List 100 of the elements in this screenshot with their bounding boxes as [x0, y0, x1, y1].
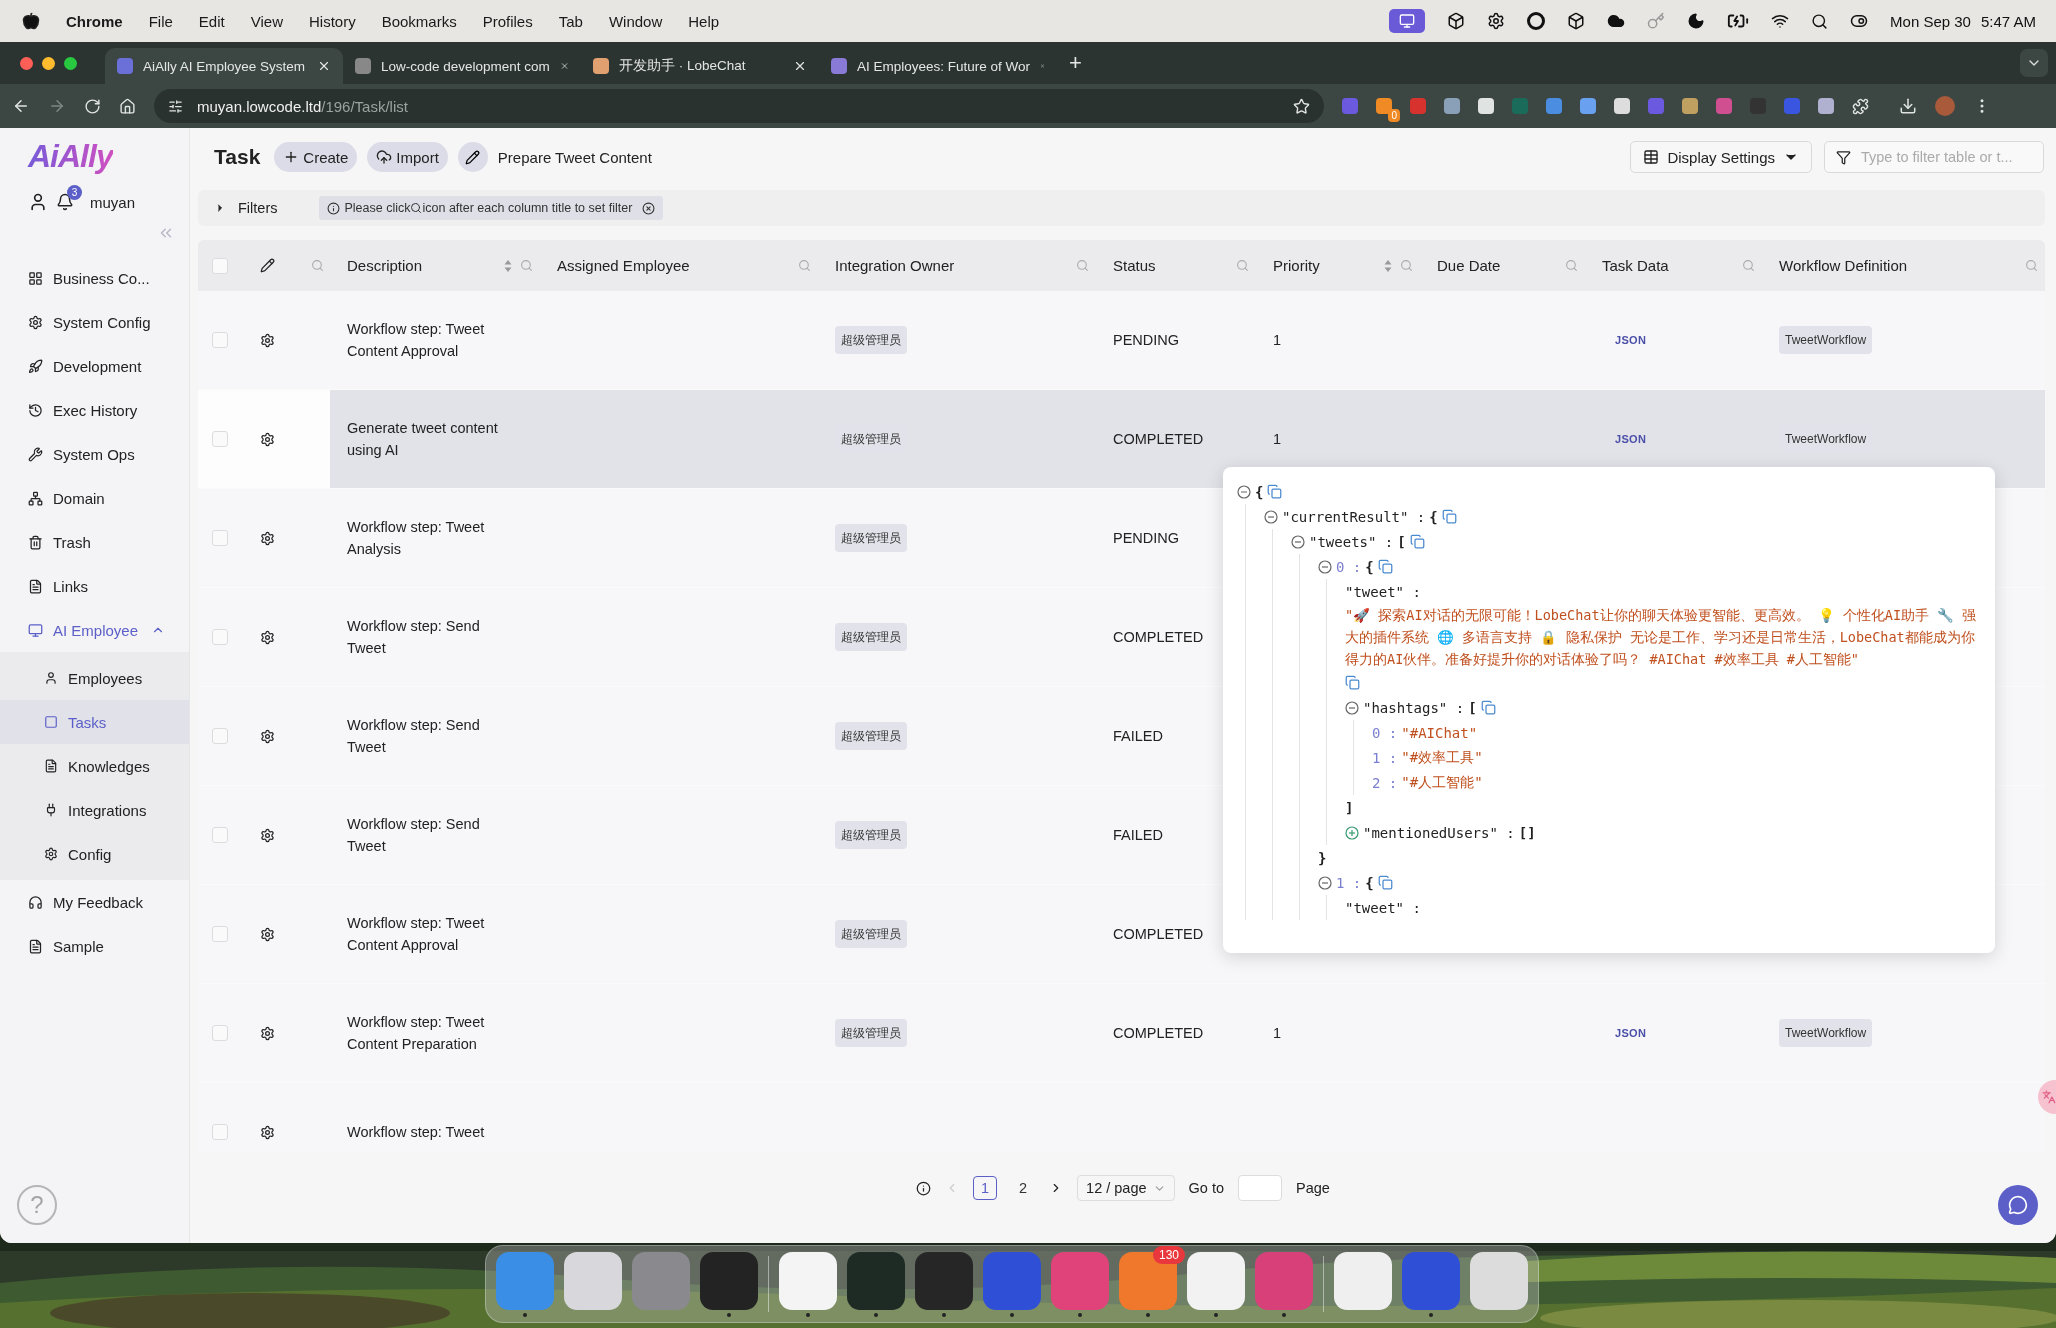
json-link[interactable]: JSON [1615, 329, 1647, 351]
sort-icon[interactable] [504, 258, 512, 273]
row-checkbox[interactable] [212, 1124, 228, 1140]
profile-avatar[interactable] [1935, 96, 1955, 116]
app-icon[interactable] [915, 1251, 973, 1310]
circle-icon[interactable] [1527, 12, 1546, 30]
copy-icon[interactable] [1441, 509, 1457, 524]
gear-icon[interactable] [260, 827, 275, 843]
import-button[interactable]: Import [367, 142, 448, 172]
nav-item[interactable]: Exec History [0, 388, 189, 432]
sort-icon[interactable] [1384, 258, 1392, 273]
nav-item[interactable]: Knowledges [0, 744, 189, 788]
extension-icon[interactable] [1818, 98, 1834, 114]
extensions-icon[interactable] [1852, 97, 1869, 115]
app-icon[interactable] [847, 1251, 905, 1310]
gear-icon[interactable] [260, 1025, 275, 1041]
extension-icon[interactable] [1546, 98, 1562, 114]
menu-item[interactable]: Bookmarks [381, 12, 457, 30]
collapse-icon[interactable] [1237, 484, 1251, 499]
close-icon[interactable] [793, 59, 807, 73]
create-button[interactable]: Create [274, 142, 358, 172]
filter-field[interactable]: Type to filter table or t... [1824, 141, 2044, 173]
back-icon[interactable] [12, 97, 30, 115]
nav-item[interactable]: Links [0, 564, 189, 608]
screen-icon[interactable] [1389, 9, 1426, 33]
menu-item[interactable]: Edit [198, 12, 225, 30]
tab-menu-button[interactable] [2020, 49, 2048, 77]
copy-icon[interactable] [1267, 484, 1283, 499]
filters-toggle[interactable]: Filters [214, 200, 278, 216]
reload-icon[interactable] [84, 97, 101, 115]
collapse-icon[interactable] [1318, 559, 1332, 574]
row-checkbox[interactable] [212, 431, 228, 447]
menu-item[interactable]: Help [688, 12, 720, 30]
close-icon[interactable] [317, 59, 331, 73]
browser-tab[interactable]: 开发助手 · LobeChat [581, 48, 819, 84]
control-center-icon[interactable] [1850, 12, 1869, 30]
row-checkbox[interactable] [212, 827, 228, 843]
address-bar[interactable]: muyan.lowcode.ltd/196/Task/list [154, 89, 1324, 123]
search-icon[interactable] [1811, 12, 1829, 30]
edit-button[interactable] [457, 142, 488, 172]
copy-icon[interactable] [1377, 559, 1393, 574]
nav-item[interactable]: Development [0, 344, 189, 388]
row-checkbox[interactable] [212, 530, 228, 546]
nav-item[interactable]: Business Co... [0, 256, 189, 300]
page-number[interactable]: 2 [1011, 1176, 1036, 1200]
extension-icon[interactable] [1682, 98, 1698, 114]
gear-icon[interactable] [260, 1124, 275, 1140]
gear-icon[interactable] [260, 431, 275, 447]
app-icon[interactable] [1334, 1251, 1392, 1310]
gear-icon[interactable] [1487, 12, 1506, 30]
extension-icon[interactable] [1478, 98, 1494, 114]
extension-icon[interactable] [1444, 98, 1460, 114]
menu-item[interactable]: Chrome [66, 12, 123, 30]
row-checkbox[interactable] [212, 926, 228, 942]
json-link[interactable]: JSON [1615, 1022, 1647, 1044]
menu-item[interactable]: View [250, 12, 283, 30]
home-icon[interactable] [119, 97, 136, 115]
row-checkbox[interactable] [212, 332, 228, 348]
menu-item[interactable]: Profiles [482, 12, 533, 30]
wifi-icon[interactable] [1771, 12, 1790, 30]
nav-item[interactable]: Config [0, 832, 189, 876]
close-icon[interactable] [642, 201, 656, 215]
copy-icon[interactable] [1377, 875, 1393, 890]
bookmark-icon[interactable] [1293, 97, 1310, 115]
gear-icon[interactable] [260, 530, 275, 546]
copy-icon[interactable] [1345, 675, 1360, 690]
row-checkbox[interactable] [212, 629, 228, 645]
extension-icon[interactable] [1614, 98, 1630, 114]
moon-icon[interactable] [1687, 12, 1706, 30]
nav-item[interactable]: System Ops [0, 432, 189, 476]
minimize-button[interactable] [42, 56, 55, 70]
extension-icon[interactable] [1580, 98, 1596, 114]
select-all-checkbox[interactable] [212, 257, 228, 274]
expand-icon[interactable] [1345, 825, 1359, 840]
nav-item[interactable]: Integrations [0, 788, 189, 832]
page-number[interactable]: 1 [973, 1176, 998, 1200]
cloud-icon[interactable] [1607, 12, 1626, 30]
extension-icon[interactable] [1410, 98, 1426, 114]
gear-icon[interactable] [260, 332, 275, 348]
download-icon[interactable] [1899, 97, 1917, 115]
cube-icon[interactable] [1447, 12, 1466, 30]
json-link[interactable]: JSON [1615, 428, 1647, 450]
row-checkbox[interactable] [212, 1025, 228, 1041]
nav-item[interactable]: Domain [0, 476, 189, 520]
extension-icon[interactable] [1376, 98, 1392, 114]
nav-item[interactable]: AI Employee [0, 608, 189, 652]
chat-button[interactable] [1998, 1185, 2038, 1225]
site-settings-icon[interactable] [168, 98, 183, 114]
new-tab-button[interactable]: + [1069, 50, 1082, 76]
maximize-button[interactable] [64, 56, 77, 70]
app-icon[interactable] [564, 1251, 622, 1310]
app-icon[interactable] [1470, 1251, 1528, 1310]
page-input[interactable] [1238, 1175, 1283, 1201]
menu-item[interactable]: File [148, 12, 173, 30]
display-settings-button[interactable]: Display Settings [1630, 141, 1812, 173]
nav-item[interactable]: Trash [0, 520, 189, 564]
menu-item[interactable]: Tab [558, 12, 583, 30]
copy-icon[interactable] [1409, 534, 1425, 549]
menu-item[interactable]: History [308, 12, 356, 30]
browser-tab[interactable]: AiAlly AI Employee System [105, 48, 343, 84]
